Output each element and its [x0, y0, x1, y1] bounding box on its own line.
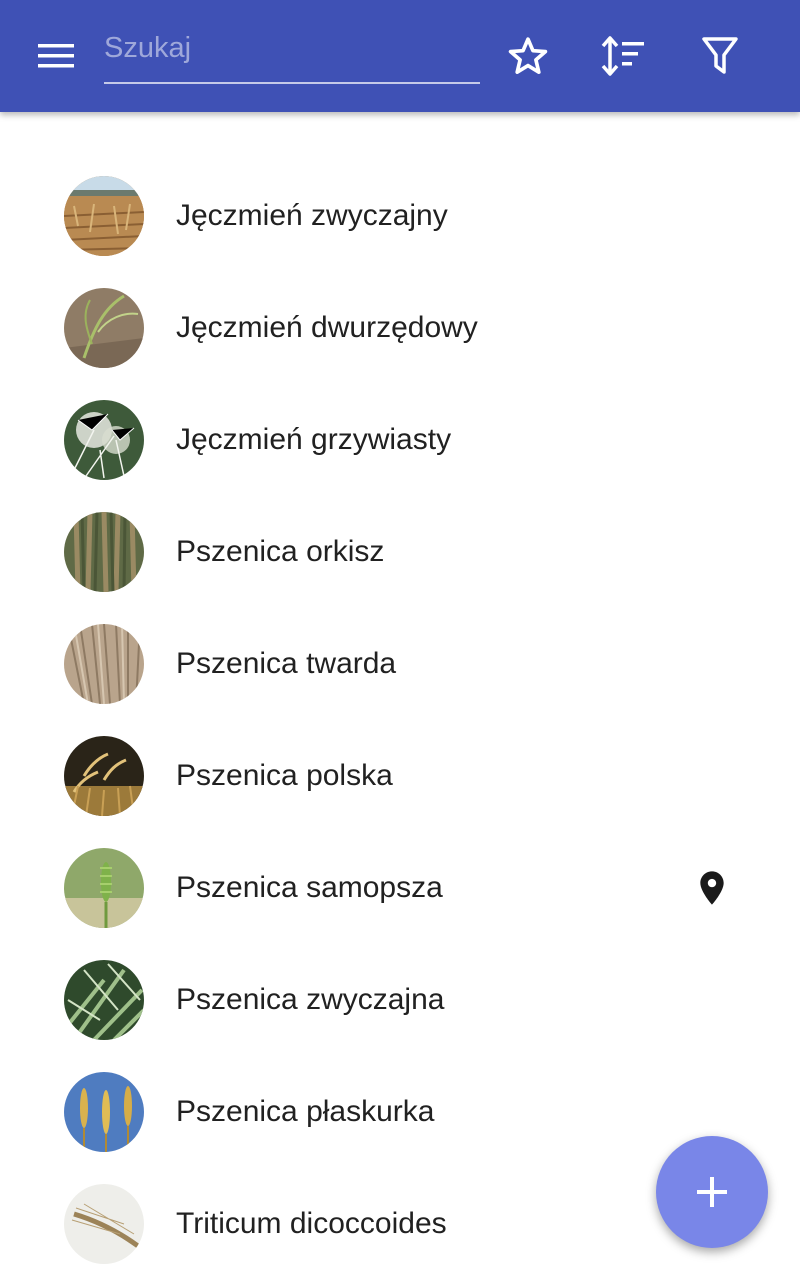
list-item[interactable]: Pszenica polska	[0, 720, 800, 832]
species-name: Jęczmień zwyczajny	[176, 199, 448, 232]
search-field	[104, 22, 480, 84]
search-input[interactable]	[104, 22, 480, 74]
thumbnail-emmer	[64, 1072, 144, 1152]
thumbnail-polish-wheat	[64, 736, 144, 816]
filter-button[interactable]	[692, 28, 748, 84]
thumbnail-spelt	[64, 512, 144, 592]
plus-icon	[697, 1177, 727, 1207]
thumbnail-barley-stalk	[64, 288, 144, 368]
species-name: Jęczmień dwurzędowy	[176, 311, 478, 344]
list-item[interactable]: Jęczmień grzywiasty	[0, 384, 800, 496]
species-name: Pszenica zwyczajna	[176, 983, 445, 1016]
list-item[interactable]: Pszenica zwyczajna	[0, 944, 800, 1056]
list-item[interactable]: Pszenica orkisz	[0, 496, 800, 608]
thumbnail-foxtail-barley	[64, 400, 144, 480]
star-outline-icon	[508, 37, 548, 74]
thumbnail-barley-field	[64, 176, 144, 256]
menu-button[interactable]	[28, 28, 84, 84]
species-name: Pszenica twarda	[176, 647, 397, 680]
thumbnail-einkorn	[64, 848, 144, 928]
list-item[interactable]: Jęczmień zwyczajny	[0, 160, 800, 272]
species-list: Jęczmień zwyczajny Jęczmień dwurzędowy J	[0, 160, 800, 1280]
species-name: Triticum dicoccoides	[176, 1207, 447, 1240]
thumbnail-wild-emmer	[64, 1184, 144, 1264]
sort-button[interactable]	[596, 28, 652, 84]
location-pin-icon	[700, 871, 724, 905]
list-item[interactable]: Pszenica samopsza	[0, 832, 800, 944]
thumbnail-common-wheat	[64, 960, 144, 1040]
list-item[interactable]: Jęczmień dwurzędowy	[0, 272, 800, 384]
favorites-button[interactable]	[500, 28, 556, 84]
species-name: Pszenica polska	[176, 759, 393, 792]
app-bar	[0, 0, 800, 112]
list-item[interactable]: Pszenica twarda	[0, 608, 800, 720]
species-name: Jęczmień grzywiasty	[176, 423, 452, 456]
sort-icon	[601, 36, 644, 76]
filter-icon	[702, 37, 738, 74]
menu-icon	[38, 44, 74, 68]
species-name: Pszenica samopsza	[176, 871, 443, 904]
add-button[interactable]	[656, 1136, 768, 1248]
thumbnail-durum-wheat	[64, 624, 144, 704]
species-name: Pszenica orkisz	[176, 535, 385, 568]
species-name: Pszenica płaskurka	[176, 1095, 435, 1128]
